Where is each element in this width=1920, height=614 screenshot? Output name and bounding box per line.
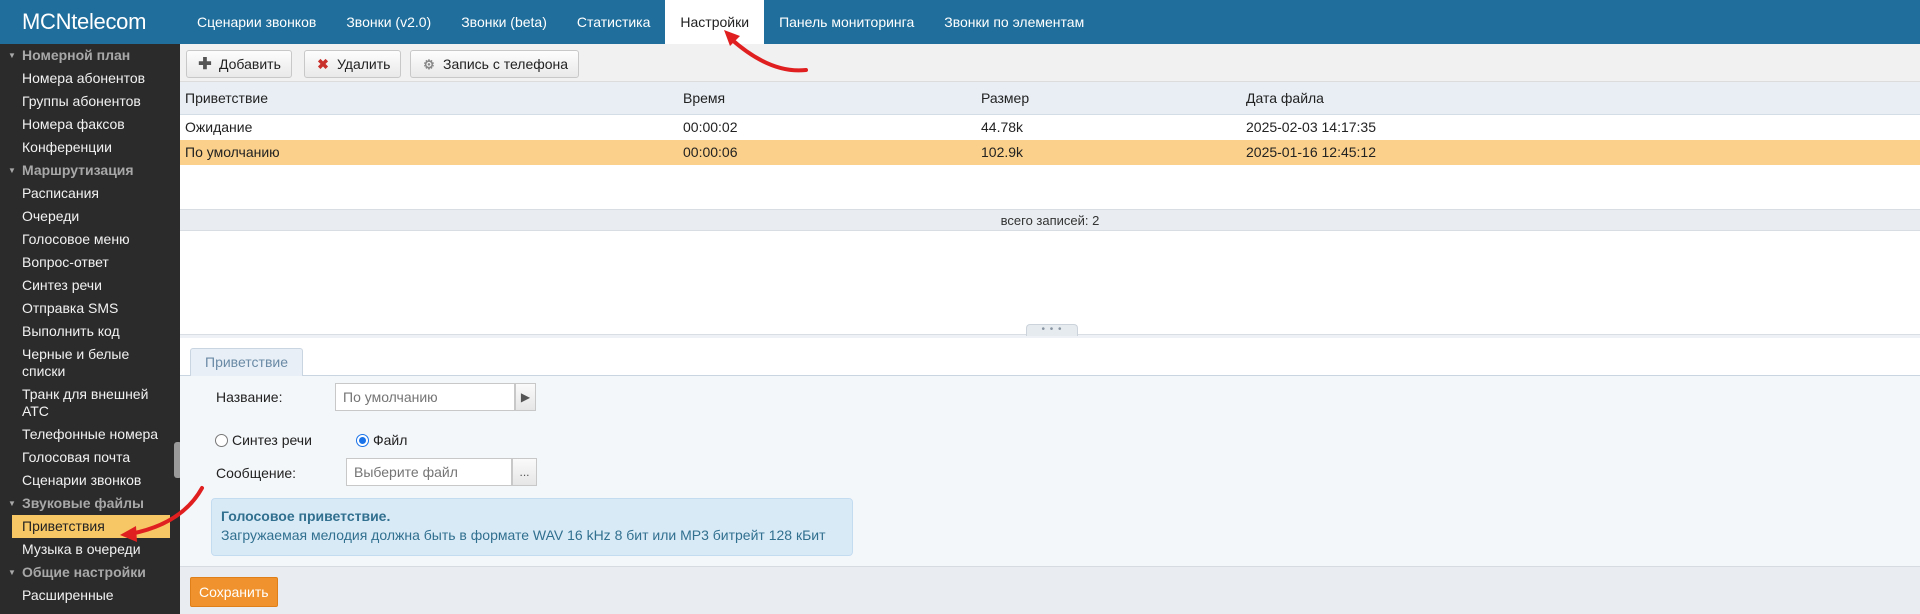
column-header-time[interactable]: Время [683, 82, 725, 115]
cell-greeting: По умолчанию [185, 144, 280, 160]
column-header-greeting[interactable]: Приветствие [185, 82, 268, 115]
sidebar-item-queues[interactable]: Очереди [0, 205, 180, 228]
sidebar: ▼ Номерной план Номера абонентов Группы а… [0, 44, 180, 614]
caret-down-icon: ▼ [8, 568, 16, 577]
plus-icon: ✚ [198, 56, 212, 73]
caret-down-icon: ▼ [8, 166, 16, 175]
sidebar-item-subscriber-numbers[interactable]: Номера абонентов [0, 67, 180, 90]
gear-icon: ⚙ [423, 57, 435, 72]
cell-size: 102.9k [981, 144, 1024, 160]
nav-tab-calls-by-elements[interactable]: Звонки по элементам [929, 0, 1099, 44]
record-button-label: Запись с телефона [443, 56, 569, 72]
sidebar-group-routing[interactable]: ▼ Маршрутизация [0, 159, 180, 182]
cell-time: 00:00:06 [683, 144, 738, 160]
cell-file-date: 2025-01-16 12:45:12 [1246, 144, 1376, 160]
sidebar-item-greetings[interactable]: Приветствия [12, 515, 170, 538]
radio-tts-label: Синтез речи [232, 432, 312, 448]
name-field[interactable] [335, 383, 515, 411]
sidebar-item-send-sms[interactable]: Отправка SMS [0, 297, 180, 320]
save-button[interactable]: Сохранить [190, 577, 278, 607]
sidebar-item-advanced[interactable]: Расширенные [0, 584, 180, 607]
tab-greeting[interactable]: Приветствие [190, 348, 303, 377]
sidebar-item-black-white-lists[interactable]: Черные и белые списки [0, 343, 180, 383]
column-header-size[interactable]: Размер [981, 82, 1029, 115]
form-footer: Сохранить [180, 566, 1920, 614]
sidebar-item-execute-code[interactable]: Выполнить код [0, 320, 180, 343]
nav-tab-monitoring-panel[interactable]: Панель мониторинга [764, 0, 929, 44]
add-button[interactable]: ✚ Добавить [186, 50, 292, 78]
sidebar-group-label: Номерной план [22, 47, 131, 63]
radio-file[interactable]: Файл [356, 432, 407, 448]
table-row[interactable]: По умолчанию 00:00:06 102.9k 2025-01-16 … [180, 140, 1920, 165]
cell-file-date: 2025-02-03 14:17:35 [1246, 119, 1376, 135]
grid-header: Приветствие Время Размер Дата файла [180, 82, 1920, 115]
sidebar-item-voicemail[interactable]: Голосовая почта [0, 446, 180, 469]
sidebar-group-label: Звуковые файлы [22, 495, 144, 511]
delete-button-label: Удалить [337, 56, 391, 72]
sidebar-item-external-pbx-trunk[interactable]: Транк для внешней АТС [0, 383, 180, 423]
record-from-phone-button[interactable]: ⚙ Запись с телефона [410, 50, 580, 78]
cell-time: 00:00:02 [683, 119, 738, 135]
close-icon: ✖ [317, 56, 329, 72]
form-tab-strip: Приветствие [180, 338, 1920, 377]
add-button-label: Добавить [219, 56, 281, 72]
play-button[interactable]: ▶ [515, 383, 536, 411]
nav-tab-settings[interactable]: Настройки [665, 0, 765, 44]
sidebar-item-speech-synthesis[interactable]: Синтез речи [0, 274, 180, 297]
splitter-grip-icon[interactable]: • • • [1026, 324, 1078, 336]
sidebar-group-general-settings[interactable]: ▼ Общие настройки [0, 561, 180, 584]
caret-down-icon: ▼ [8, 51, 16, 60]
radio-speech-synthesis[interactable]: Синтез речи [215, 432, 312, 448]
radio-indicator [215, 434, 228, 447]
cell-size: 44.78k [981, 119, 1024, 135]
form-body: Название: ▶ Синтез речи Файл Сообщение: … [180, 376, 1920, 566]
message-label: Сообщение: [216, 465, 297, 481]
sidebar-item-queue-music[interactable]: Музыка в очереди [0, 538, 180, 561]
nav-tab-call-scenarios[interactable]: Сценарии звонков [182, 0, 331, 44]
sidebar-item-question-answer[interactable]: Вопрос-ответ [0, 251, 180, 274]
toolbar: ✚ Добавить ✖ Удалить ⚙ Запись с телефона [180, 44, 1920, 82]
sidebar-item-voice-menu[interactable]: Голосовое меню [0, 228, 180, 251]
name-label: Название: [216, 389, 283, 405]
file-path-field[interactable] [346, 458, 512, 486]
main-content: ✚ Добавить ✖ Удалить ⚙ Запись с телефона Пр… [180, 44, 1920, 614]
caret-down-icon: ▼ [8, 499, 16, 508]
nav-tab-calls-beta[interactable]: Звонки (beta) [446, 0, 562, 44]
sidebar-item-fax-numbers[interactable]: Номера факсов [0, 113, 180, 136]
app-logo[interactable]: MCNtelecom [22, 9, 146, 35]
info-title: Голосовое приветствие. [221, 508, 391, 524]
sidebar-item-subscriber-groups[interactable]: Группы абонентов [0, 90, 180, 113]
column-header-file-date[interactable]: Дата файла [1246, 82, 1324, 115]
info-text: Загружаемая мелодия должна быть в формат… [221, 527, 826, 543]
main-nav: Сценарии звонков Звонки (v2.0) Звонки (b… [182, 0, 1099, 44]
sidebar-group-sound-files[interactable]: ▼ Звуковые файлы [0, 492, 180, 515]
table-row[interactable]: Ожидание 00:00:02 44.78k 2025-02-03 14:1… [180, 115, 1920, 140]
edit-form: Приветствие Название: ▶ Синтез речи Файл… [180, 338, 1920, 614]
sidebar-group-label: Маршрутизация [22, 162, 134, 178]
info-box: Голосовое приветствие. Загружаемая мелод… [211, 498, 853, 556]
sidebar-item-phone-numbers[interactable]: Телефонные номера [0, 423, 180, 446]
delete-button[interactable]: ✖ Удалить [304, 50, 402, 78]
radio-file-label: Файл [373, 432, 408, 448]
top-navbar: MCNtelecom Сценарии звонков Звонки (v2.0… [0, 0, 1920, 44]
radio-indicator [356, 434, 369, 447]
nav-tab-calls-v2[interactable]: Звонки (v2.0) [331, 0, 446, 44]
sidebar-group-number-plan[interactable]: ▼ Номерной план [0, 44, 180, 67]
cell-greeting: Ожидание [185, 119, 253, 135]
sidebar-item-call-scenarios[interactable]: Сценарии звонков [0, 469, 180, 492]
nav-tab-statistics[interactable]: Статистика [562, 0, 666, 44]
sidebar-group-label: Общие настройки [22, 564, 146, 580]
browse-file-button[interactable]: ... [512, 458, 537, 486]
grid-record-count: всего записей: 2 [180, 209, 1920, 231]
sidebar-item-schedules[interactable]: Расписания [0, 182, 180, 205]
sidebar-item-conferences[interactable]: Конференции [0, 136, 180, 159]
play-icon: ▶ [520, 390, 531, 404]
